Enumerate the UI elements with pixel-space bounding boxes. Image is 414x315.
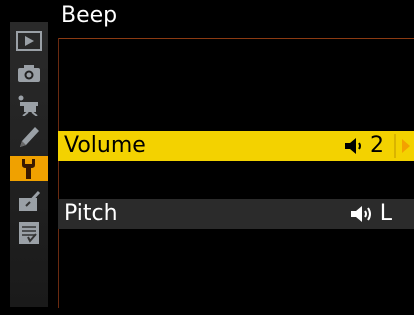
menu-item-volume[interactable]: Volume 2: [58, 131, 414, 161]
volume-value: 2: [344, 133, 384, 159]
chevron-right-icon[interactable]: [402, 139, 410, 153]
setup-menu-icon: [22, 158, 35, 179]
pitch-label: Pitch: [64, 201, 118, 226]
menu-tab-column: [10, 22, 48, 307]
my-menu-tab[interactable]: [14, 220, 44, 245]
retouch-menu-tab[interactable]: [14, 188, 44, 213]
playback-menu-tab[interactable]: [14, 28, 44, 53]
setup-menu-tab[interactable]: [10, 156, 48, 181]
volume-label: Volume: [64, 133, 146, 158]
page-title: Beep: [61, 3, 118, 28]
camera-menu-screen: Beep Volume 2 Pitch L: [0, 0, 414, 315]
pitch-value-text: L: [379, 201, 392, 226]
shooting-menu-tab[interactable]: [14, 60, 44, 85]
menu-item-pitch[interactable]: Pitch L: [58, 199, 414, 229]
retouch-menu-icon: [19, 190, 41, 211]
shooting-menu-icon: [18, 64, 40, 82]
speaker-icon: [345, 138, 361, 154]
custom-settings-tab[interactable]: [14, 124, 44, 149]
playback-menu-icon: [16, 30, 42, 51]
movie-menu-tab[interactable]: [14, 92, 44, 117]
pitch-value: L: [350, 201, 392, 227]
value-separator: [394, 134, 396, 158]
speaker-icon: [350, 206, 371, 222]
title-divider: [58, 38, 414, 39]
column-divider: [58, 38, 59, 308]
my-menu-icon: [19, 221, 39, 244]
volume-value-text: 2: [370, 133, 384, 158]
custom-settings-icon: [20, 126, 39, 147]
movie-menu-icon: [18, 95, 38, 116]
